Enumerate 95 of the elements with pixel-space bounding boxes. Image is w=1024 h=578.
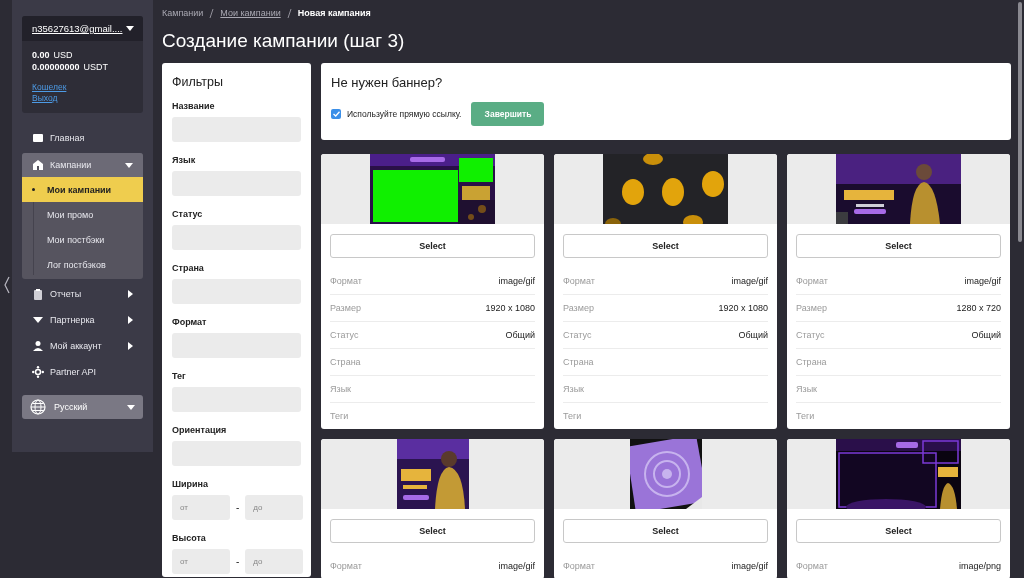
field-label: Высота [172,533,207,543]
select-button[interactable]: Select [563,234,768,258]
select-button[interactable]: Select [796,234,1001,258]
nav-subitem[interactable]: Мои постбэки [22,227,143,252]
detail-label: Теги [563,411,582,421]
breadcrumb-item: Кампании [162,8,204,18]
input-field[interactable]: от [172,495,230,520]
panel-title: Фильтры [172,75,224,89]
language-dropdown[interactable]: Русский [22,395,143,419]
detail-value: 1920 x 1080 [718,303,768,313]
select-button[interactable]: Select [563,519,768,543]
input-field[interactable]: от [172,549,230,574]
balance-currency: USD [53,50,73,60]
select-button[interactable]: Select [330,519,535,543]
caret-icon [128,316,133,324]
detail-value: image/gif [498,561,535,571]
detail-label: Язык [796,384,818,394]
detail-label: Формат [796,561,828,571]
detail-value: image/png [958,561,1001,571]
detail-label: Статус [330,330,359,340]
balance-amount: 0.00 [32,50,50,60]
page-title: Создание кампании (шаг 3) [162,30,406,52]
detail-label: Статус [796,330,825,340]
user-icon [32,340,44,352]
input-field[interactable]: до [245,549,304,574]
caret-icon [128,342,133,350]
nav-item[interactable]: Главная [22,125,143,151]
nav-item[interactable]: Отчеты [22,281,143,307]
card-title: Не нужен баннер? [331,75,444,90]
detail-label: Размер [796,303,827,313]
account-link[interactable]: Выход [32,93,58,103]
caret-icon [127,404,135,410]
detail-label: Теги [796,411,815,421]
field-label: Ширина [172,479,210,489]
detail-label: Язык [330,384,352,394]
nav-subitem[interactable]: Мои кампании [22,177,143,202]
breadcrumb-link[interactable]: Мои кампании [220,8,281,18]
field-label: Тег [172,371,187,381]
checkbox-label: Используйте прямую ссылку. [347,109,462,119]
caret-icon [128,290,133,298]
api-icon [32,366,44,378]
range-dash: - [236,502,240,513]
nav-item[interactable]: Партнерка [22,307,143,333]
detail-label: Формат [330,561,362,571]
separator-icon [286,8,292,18]
field-label: Статус [172,209,204,219]
field-label: Название [172,101,216,111]
nav-item[interactable]: Мой аккаунт [22,333,143,359]
detail-label: Размер [330,303,361,313]
detail-value: image/gif [731,561,768,571]
detail-label: Формат [796,276,828,286]
field-label: Страна [172,263,205,273]
home-icon [32,132,44,144]
select-button[interactable]: Select [796,519,1001,543]
field-label: Формат [172,317,208,327]
caret-icon [125,162,133,168]
detail-label: Страна [330,357,361,367]
detail-label: Статус [563,330,592,340]
detail-label: Теги [330,411,349,421]
balance-currency: USDT [83,62,109,72]
detail-label: Формат [563,561,595,571]
detail-label: Страна [563,357,594,367]
range-dash: - [236,556,240,567]
detail-value: image/gif [731,276,768,286]
detail-value: Общий [738,330,768,340]
detail-value: Общий [505,330,535,340]
detail-label: Страна [796,357,827,367]
nav-subitem[interactable]: Мои промо [22,202,143,227]
balance-amount: 0.00000000 [32,62,80,72]
separator-icon [209,8,215,18]
caret-icon[interactable] [126,26,134,31]
breadcrumb-item: Новая кампания [297,8,371,18]
field-label: Ориентация [172,425,228,435]
detail-label: Язык [563,384,585,394]
select-button[interactable]: Select [330,234,535,258]
account-link[interactable]: Кошелек [32,82,67,92]
collapse-icon[interactable] [3,276,11,294]
nav-item[interactable]: Partner API [22,359,143,385]
detail-label: Формат [330,276,362,286]
detail-label: Формат [563,276,595,286]
checkbox[interactable] [331,109,341,119]
house-icon [32,159,44,171]
field-label: Язык [172,155,197,165]
clipboard-icon [32,288,44,300]
input-field[interactable]: до [245,495,304,520]
nav-subitem[interactable]: Лог постбэков [22,252,143,277]
nav-item[interactable]: Кампании [22,153,143,177]
detail-value: 1920 x 1080 [485,303,535,313]
detail-value: image/gif [498,276,535,286]
globe-icon [30,399,46,415]
detail-value: image/gif [964,276,1001,286]
detail-label: Размер [563,303,594,313]
detail-value: 1280 x 720 [956,303,1001,313]
detail-value: Общий [971,330,1001,340]
scrollbar[interactable] [1018,2,1022,242]
